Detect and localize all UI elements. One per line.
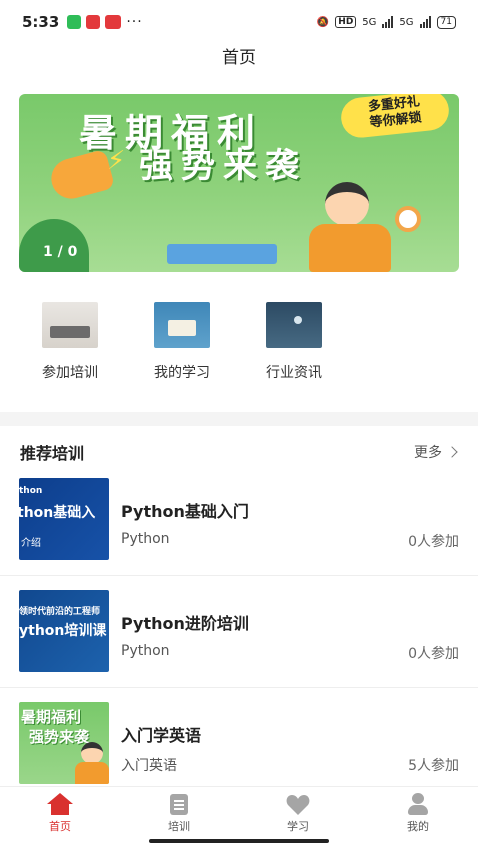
page-title: 首页 [222,48,256,68]
user-icon [406,793,430,815]
tab-study[interactable]: 学习 [258,793,338,834]
quick-nav-label: 参加培训 [42,365,98,381]
books-illustration [167,244,277,264]
tab-home[interactable]: 首页 [20,793,100,834]
heart-icon [286,793,310,815]
course-participants: 0人参加 [408,534,459,550]
course-thumbnail: 暑期福利 强势来袭 [19,702,109,784]
megaphone-illustration [46,148,116,204]
network-label-1: 5G [362,16,377,28]
home-icon [47,793,73,815]
status-time: 5:33 [22,13,60,31]
student-illustration-body [75,762,109,784]
alarm-clock-illustration [395,206,421,232]
course-category: Python [121,643,170,659]
banner-page-indicator: 1 / 0 [43,244,78,260]
course-participants: 0人参加 [408,646,459,662]
banner-title-line2: 强势来袭 [139,146,307,186]
banner-badge: 多重好礼 等你解锁 [339,94,451,140]
thumb-text: 介绍 [21,538,41,549]
course-participants: 5人参加 [408,758,459,774]
status-indicators: 🔕 HD 5G 5G 71 [316,15,456,29]
phone-app-icon [67,15,82,29]
battery-icon: 71 [436,15,456,29]
course-category: 入门英语 [121,758,177,774]
network-label-2: 5G [399,16,414,28]
tab-mine[interactable]: 我的 [378,793,458,834]
message-app-icon [86,15,101,29]
status-bar: 5:33 ··· 🔕 HD 5G 5G 71 [0,0,478,44]
quick-nav: 参加培训 我的学习 行业资讯 [0,296,478,406]
section-title: 推荐培训 [20,444,85,463]
thumb-text: 暑期福利 [21,708,82,726]
signal-icon [382,16,394,28]
thumb-text: 强势来袭 [29,728,90,746]
document-icon [167,793,191,815]
quick-nav-label: 我的学习 [154,365,210,381]
chevron-right-icon [446,446,458,458]
more-label: 更多 [414,445,442,461]
course-title: Python基础入门 [121,502,249,521]
course-title: Python进阶培训 [121,614,249,633]
mute-icon: 🔕 [316,16,330,28]
study-thumbnail [154,302,210,348]
quick-nav-my-study[interactable]: 我的学习 [132,296,232,382]
thumb-text: ython培训课 [19,623,107,639]
promo-banner[interactable]: 暑期福利 强势来袭 多重好礼 等你解锁 ⚡ 1 / 0 [19,94,459,272]
news-thumbnail [266,302,322,348]
section-divider [0,412,478,426]
tab-training[interactable]: 培训 [139,793,219,834]
training-thumbnail [42,302,98,348]
signal-icon-2 [419,16,431,28]
student-illustration-body [309,224,391,272]
lightning-icon: ⚡ [107,146,126,176]
tab-label: 学习 [287,820,309,833]
tab-label: 我的 [407,820,429,833]
tab-label: 首页 [49,820,71,833]
more-link[interactable]: 更多 [414,442,458,462]
course-item[interactable]: 领时代前沿的工程师 ython培训课 Python进阶培训 Python 0人参… [0,576,478,688]
thumb-text: thon基础入 [19,505,96,521]
course-thumbnail: thon thon基础入 介绍 [19,478,109,560]
notification-app-icon [105,15,122,29]
student-illustration-head [325,182,369,226]
more-notifications-icon: ··· [126,14,143,30]
quick-nav-training[interactable]: 参加培训 [20,296,120,382]
tab-label: 培训 [168,820,190,833]
thumb-text: thon [19,486,43,496]
course-item[interactable]: thon thon基础入 介绍 Python基础入门 Python 0人参加 [0,464,478,576]
student-illustration [81,742,103,764]
course-category: Python [121,531,170,547]
quick-nav-industry-news[interactable]: 行业资讯 [244,296,344,382]
quick-nav-label: 行业资讯 [266,365,322,381]
hd-badge: HD [335,16,357,28]
course-item[interactable]: 暑期福利 强势来袭 入门学英语 入门英语 5人参加 [0,688,478,800]
home-indicator[interactable] [149,839,329,843]
course-title: 入门学英语 [121,726,202,745]
thumb-text: 领时代前沿的工程师 [19,607,101,617]
course-thumbnail: 领时代前沿的工程师 ython培训课 [19,590,109,672]
